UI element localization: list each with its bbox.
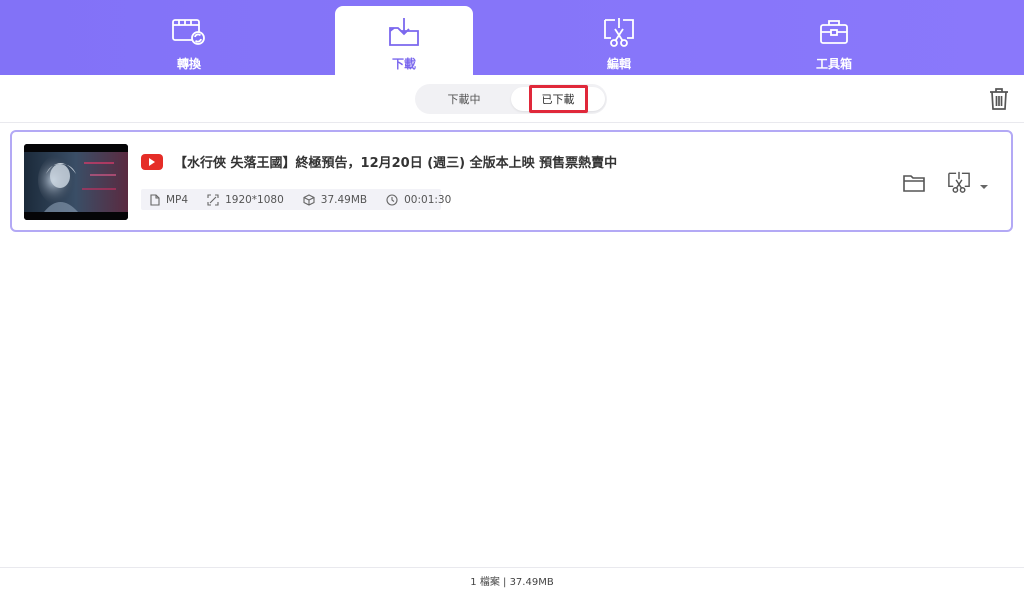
edit-video-button[interactable]: [946, 169, 972, 195]
edit-icon: [601, 16, 637, 48]
tab-edit-label: 編輯: [606, 57, 631, 71]
downloaded-item[interactable]: 【水行俠 失落王國】終極預告，12月20日 (週三) 全版本上映 預售票熱賣中 …: [10, 130, 1013, 232]
format-info: MP4: [150, 194, 188, 206]
segment-downloading[interactable]: 下載中: [417, 87, 511, 111]
youtube-icon: [141, 154, 163, 170]
edit-options-dropdown[interactable]: [978, 177, 990, 189]
video-thumbnail[interactable]: [24, 144, 128, 220]
size-value: 37.49MB: [320, 193, 368, 206]
download-status-switch: 下載中 已下載: [415, 84, 607, 114]
tab-convert[interactable]: 轉換: [120, 6, 258, 75]
sub-toolbar: 下載中 已下載: [0, 75, 1024, 123]
video-meta: MP4 1920*1080 37.49MB 00:01:30: [141, 189, 451, 210]
chevron-down-icon: [980, 185, 988, 189]
duration-value: 00:01:30: [404, 193, 452, 206]
delete-all-button[interactable]: [988, 87, 1010, 111]
resize-icon: [207, 193, 219, 206]
resolution-info: 1920*1080: [207, 194, 284, 206]
trash-icon: [990, 88, 1008, 110]
file-summary: 1 檔案 | 37.49MB: [470, 576, 554, 588]
download-icon: [386, 16, 422, 48]
convert-icon: [171, 16, 207, 48]
file-icon: [150, 193, 160, 206]
duration-info: 00:01:30: [386, 194, 451, 206]
folder-icon: [903, 175, 925, 192]
top-nav: 轉換 下載 編輯 工具箱: [0, 0, 1024, 75]
open-folder-button[interactable]: [902, 172, 926, 194]
tab-toolbox-label: 工具箱: [815, 57, 852, 71]
cube-icon: [303, 193, 315, 206]
tab-download[interactable]: 下載: [335, 6, 473, 75]
tab-edit[interactable]: 編輯: [550, 6, 688, 75]
tab-convert-label: 轉換: [176, 57, 201, 71]
format-value: MP4: [166, 193, 189, 206]
tab-toolbox[interactable]: 工具箱: [765, 6, 903, 75]
toolbox-icon: [816, 16, 852, 48]
segment-downloaded[interactable]: 已下載: [511, 85, 605, 113]
segment-downloaded-label: 已下載: [528, 85, 588, 113]
status-bar: 1 檔案 | 37.49MB: [0, 567, 1024, 592]
segment-downloading-label: 下載中: [447, 93, 481, 106]
edit-icon: [948, 171, 970, 193]
video-title: 【水行俠 失落王國】終極預告，12月20日 (週三) 全版本上映 預售票熱賣中: [174, 156, 618, 171]
tab-download-label: 下載: [391, 57, 416, 71]
resolution-value: 1920*1080: [225, 193, 284, 206]
size-info: 37.49MB: [303, 194, 367, 206]
clock-icon: [386, 193, 398, 206]
